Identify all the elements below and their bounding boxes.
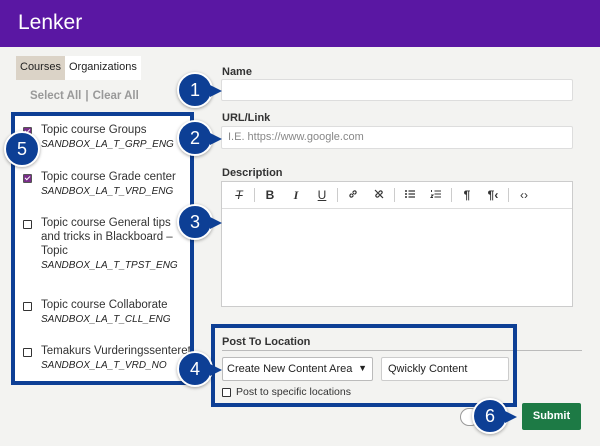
editor-toolbar: T B I U ¶ ¶‹ ‹› xyxy=(222,182,572,209)
url-field[interactable]: I.E. https://www.google.com xyxy=(221,126,573,149)
course-id: SANDBOX_LA_T_VRD_NO xyxy=(41,360,167,371)
section-divider xyxy=(517,350,582,351)
select-value: Create New Content Area xyxy=(227,363,353,375)
callout-marker-5: 5 xyxy=(4,131,40,167)
selection-controls: Select All | Clear All xyxy=(30,90,139,102)
toolbar-divider xyxy=(451,188,452,202)
callout-marker-6: 6 xyxy=(472,398,517,434)
list-item[interactable]: Topic course Groups SANDBOX_LA_T_GRP_ENG xyxy=(23,123,190,151)
description-label: Description xyxy=(222,167,283,179)
specific-locations-label: Post to specific locations xyxy=(236,386,351,398)
course-checkbox[interactable] xyxy=(23,220,32,229)
list-item[interactable]: Temakurs Vurderingssenteret SANDBOX_LA_T… xyxy=(23,344,191,372)
unlink-icon[interactable] xyxy=(366,188,392,203)
clear-all-link[interactable]: Clear All xyxy=(93,90,139,102)
code-icon[interactable]: ‹› xyxy=(511,188,537,202)
content-area-name-field[interactable]: Qwickly Content xyxy=(381,357,509,381)
course-checkbox[interactable] xyxy=(23,174,32,183)
app-header: Lenker xyxy=(0,0,600,47)
chevron-down-icon: ▼ xyxy=(358,363,367,373)
course-name: Topic course Grade center xyxy=(41,171,176,183)
name-field[interactable] xyxy=(221,79,573,101)
callout-marker-4: 4 xyxy=(177,351,222,387)
ltr-icon[interactable]: ¶ xyxy=(454,188,480,202)
name-label: Name xyxy=(222,66,252,78)
clear-format-icon[interactable]: T xyxy=(226,188,252,202)
list-item[interactable]: Topic course Collaborate SANDBOX_LA_T_CL… xyxy=(23,298,190,326)
course-checkbox[interactable] xyxy=(23,348,32,357)
italic-icon[interactable]: I xyxy=(283,188,309,203)
separator: | xyxy=(85,90,89,102)
toolbar-divider xyxy=(394,188,395,202)
course-name: Topic course Collaborate xyxy=(41,299,168,311)
specific-locations-option[interactable]: Post to specific locations xyxy=(222,386,351,398)
content-area-select[interactable]: Create New Content Area ▼ xyxy=(222,357,373,381)
callout-marker-1: 1 xyxy=(177,72,222,108)
underline-icon[interactable]: U xyxy=(309,188,335,202)
description-editor[interactable]: T B I U ¶ ¶‹ ‹› xyxy=(221,181,573,307)
course-id: SANDBOX_LA_T_VRD_ENG xyxy=(41,186,174,197)
rtl-icon[interactable]: ¶‹ xyxy=(480,188,506,202)
tab-organizations[interactable]: Organizations xyxy=(64,56,141,80)
course-checkbox[interactable] xyxy=(23,302,32,311)
link-icon[interactable] xyxy=(340,188,366,203)
bold-icon[interactable]: B xyxy=(257,188,283,202)
course-id: SANDBOX_LA_T_TPST_ENG xyxy=(41,260,178,271)
url-label: URL/Link xyxy=(222,112,271,124)
toolbar-divider xyxy=(254,188,255,202)
list-item[interactable]: Topic course Grade center SANDBOX_LA_T_V… xyxy=(23,170,190,198)
post-location-label: Post To Location xyxy=(222,336,311,348)
list-item[interactable]: Topic course General tips and tricks in … xyxy=(23,216,190,272)
specific-locations-checkbox[interactable] xyxy=(222,387,231,397)
toolbar-divider xyxy=(508,188,509,202)
toolbar-divider xyxy=(337,188,338,202)
course-id: SANDBOX_LA_T_CLL_ENG xyxy=(41,314,171,325)
course-name: Topic course Groups xyxy=(41,124,147,136)
app-title: Lenker xyxy=(18,11,83,34)
course-name: Topic course General tips and tricks in … xyxy=(41,217,173,257)
scope-tabs: Courses Organizations xyxy=(16,56,141,80)
numbered-list-icon[interactable] xyxy=(423,188,449,203)
select-all-link[interactable]: Select All xyxy=(30,90,81,102)
callout-marker-3: 3 xyxy=(177,204,222,240)
tab-courses[interactable]: Courses xyxy=(16,56,65,80)
course-id: SANDBOX_LA_T_GRP_ENG xyxy=(41,139,174,150)
section-divider xyxy=(222,350,513,351)
callout-marker-2: 2 xyxy=(177,120,222,156)
submit-button[interactable]: Submit xyxy=(522,403,581,430)
bullet-list-icon[interactable] xyxy=(397,188,423,203)
course-name: Temakurs Vurderingssenteret xyxy=(41,345,191,357)
